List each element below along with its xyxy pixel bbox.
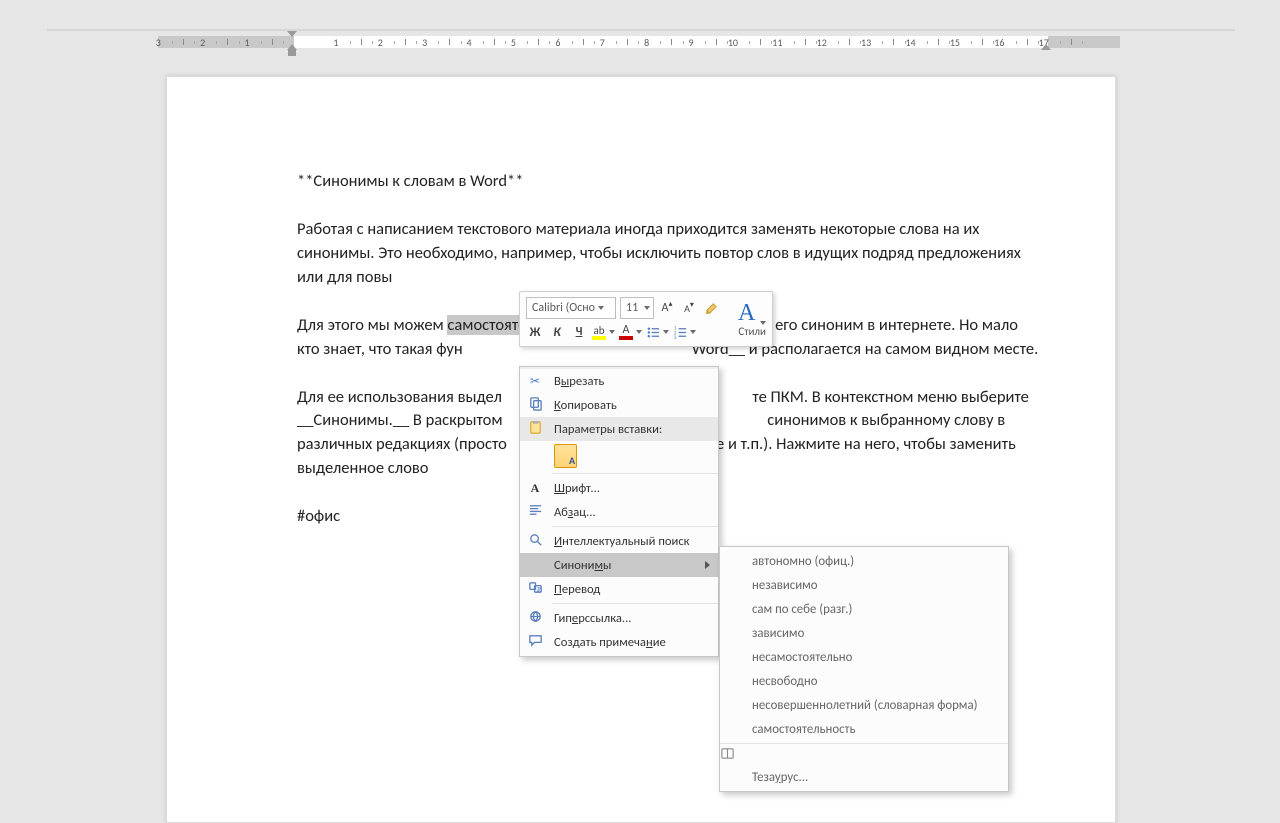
underline-button[interactable]: Ч	[570, 322, 588, 342]
chevron-down-icon	[636, 330, 642, 334]
synonym-option[interactable]: самостоятельность	[720, 717, 1008, 741]
chevron-down-icon	[598, 306, 604, 310]
menu-paragraph[interactable]: Абзац...	[520, 500, 718, 524]
font-name-value: Calibri (Осно	[532, 301, 595, 315]
chevron-down-icon	[663, 330, 669, 334]
chevron-down-icon	[690, 330, 696, 334]
paint-brush-icon	[704, 301, 719, 316]
menu-separator	[552, 526, 718, 527]
submenu-arrow-icon	[705, 561, 710, 569]
menu-smart-lookup-label: Интеллектуальный поиск	[554, 534, 690, 549]
italic-button[interactable]: К	[548, 322, 566, 342]
svg-text:3: 3	[674, 336, 677, 340]
paragraph-1[interactable]: Работая с написанием текстового материал…	[297, 218, 1042, 290]
comment-icon	[526, 633, 544, 652]
synonym-option[interactable]: зависимо	[720, 621, 1008, 645]
styles-icon: A	[738, 301, 755, 325]
highlight-color-swatch	[592, 336, 606, 340]
synonym-option[interactable]: автономно (офиц.)	[720, 549, 1008, 573]
font-name-combo[interactable]: Calibri (Осно	[526, 297, 616, 319]
font-size-value: 11	[626, 301, 638, 315]
menu-smart-lookup[interactable]: Интеллектуальный поиск	[520, 529, 718, 553]
menu-hyperlink-label: Гиперссылка...	[554, 611, 631, 626]
paste-keep-text-icon: A	[554, 444, 577, 468]
thesaurus-label: Тезаурус...	[752, 770, 808, 785]
horizontal-ruler: 3211234567891011121314151617	[47, 34, 1235, 54]
svg-text:あ: あ	[536, 586, 542, 593]
synonym-option[interactable]: несамостоятельно	[720, 645, 1008, 669]
increase-font-button[interactable]: A▴	[658, 298, 676, 318]
paste-option-keep-text[interactable]: A	[520, 441, 718, 471]
mini-toolbar: Calibri (Осно 11 A▴ A▾ Ж К Ч ab	[519, 291, 773, 347]
submenu-separator	[720, 743, 1008, 744]
synonym-option[interactable]: несовершеннолетний (словарная форма)	[720, 693, 1008, 717]
font-color-swatch	[619, 336, 633, 340]
font-icon: A	[526, 481, 544, 496]
synonym-option[interactable]: независимо	[720, 573, 1008, 597]
menu-separator	[552, 603, 718, 604]
menu-paste-options-label: Параметры вставки:	[554, 422, 662, 437]
menu-paragraph-label: Абзац...	[554, 505, 596, 520]
menu-translate-label: Перевод	[554, 582, 600, 597]
numbering-button[interactable]: 1 2 3	[673, 322, 696, 342]
p3-pre[interactable]: Для ее использования выдел	[297, 387, 502, 407]
decrease-font-button[interactable]: A▾	[680, 298, 698, 318]
text-highlight-button[interactable]: ab	[592, 322, 615, 342]
p2-pre[interactable]: Для этого мы можем	[297, 315, 447, 335]
menu-copy[interactable]: Копировать	[520, 393, 718, 417]
menu-synonyms-label: Синонимы	[554, 558, 611, 573]
menu-copy-label: Копировать	[554, 398, 617, 413]
search-icon	[526, 532, 544, 551]
chevron-down-icon	[644, 306, 650, 310]
copy-icon	[526, 396, 544, 415]
menu-font[interactable]: A Шрифт...	[520, 476, 718, 500]
chevron-down-icon	[609, 330, 615, 334]
left-indent-marker[interactable]	[288, 50, 296, 56]
menu-new-comment-label: Создать примечание	[554, 635, 666, 650]
font-color-letter: A	[623, 324, 630, 336]
menu-cut-label: Вырезать	[554, 374, 604, 389]
synonyms-submenu: автономно (офиц.)независимосам по себе (…	[719, 546, 1009, 792]
font-color-button[interactable]: A	[619, 322, 642, 342]
menu-paste-options-header: Параметры вставки:	[520, 417, 718, 441]
book-icon	[720, 750, 735, 765]
first-line-indent-marker[interactable]	[287, 31, 297, 37]
numbered-list-icon: 1 2 3	[673, 325, 688, 340]
context-menu: ✂ Вырезать Копировать Параметры вставки:…	[519, 366, 719, 657]
menu-synonyms[interactable]: Синонимы	[520, 553, 718, 577]
bold-button[interactable]: Ж	[526, 322, 544, 342]
bullets-button[interactable]	[646, 322, 669, 342]
document-viewport: 3211234567891011121314151617 **Синонимы …	[47, 16, 1235, 821]
styles-label: Стили	[738, 325, 766, 338]
menu-hyperlink[interactable]: Гиперссылка...	[520, 606, 718, 630]
translate-icon: あ	[526, 580, 544, 599]
thesaurus-option[interactable]: Тезаурус...	[720, 765, 1008, 789]
top-separator	[47, 29, 1235, 31]
font-size-combo[interactable]: 11	[620, 297, 654, 319]
title-line[interactable]: **Синонимы к словам в Word**	[297, 170, 1042, 194]
globe-link-icon	[526, 609, 544, 628]
scissors-icon: ✂	[526, 374, 544, 389]
paragraph-icon	[526, 503, 544, 522]
menu-font-label: Шрифт...	[554, 481, 600, 496]
synonym-option[interactable]: несвободно	[720, 669, 1008, 693]
clipboard-icon	[526, 420, 544, 439]
menu-translate[interactable]: あ Перевод	[520, 577, 718, 601]
synonym-option[interactable]: сам по себе (разг.)	[720, 597, 1008, 621]
format-painter-button[interactable]	[702, 298, 720, 318]
bullet-list-icon	[646, 325, 661, 340]
right-indent-marker[interactable]	[1041, 44, 1051, 50]
menu-new-comment[interactable]: Создать примечание	[520, 630, 718, 654]
styles-button[interactable]: A Стили	[730, 292, 774, 346]
menu-separator	[552, 473, 718, 474]
menu-cut[interactable]: ✂ Вырезать	[520, 369, 718, 393]
